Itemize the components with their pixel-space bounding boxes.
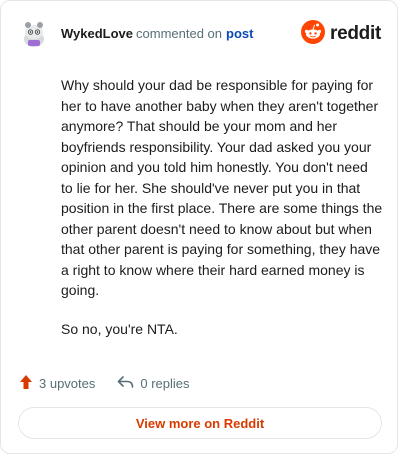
comment-actions: 3 upvotes 0 replies — [19, 373, 190, 393]
commented-on-label: commented on — [136, 26, 223, 41]
comment-paragraph: So no, you're NTA. — [61, 320, 178, 337]
reply-count: 0 replies — [140, 375, 190, 391]
upvote-count: 3 upvotes — [39, 375, 96, 391]
post-link[interactable]: post — [226, 26, 253, 41]
reply-arrow-icon — [117, 375, 134, 392]
reddit-logo-icon — [301, 19, 326, 49]
reddit-wordmark: reddit — [330, 23, 381, 44]
comment-body: Why should your dad be responsible for p… — [61, 75, 383, 357]
upvote-arrow-icon — [19, 374, 33, 393]
comment-meta: WykedLove commented on post — [61, 26, 253, 42]
reddit-brand[interactable]: reddit — [301, 19, 381, 49]
username-link[interactable]: WykedLove — [61, 26, 133, 41]
view-more-on-reddit-button[interactable]: View more on Reddit — [18, 407, 382, 439]
comment-header: WykedLove commented on post reddit — [19, 17, 381, 51]
reply-button[interactable]: 0 replies — [117, 375, 190, 392]
comment-embed-card: WykedLove commented on post reddit Why s… — [0, 0, 398, 454]
comment-paragraph: Why should your dad be responsible for p… — [61, 77, 383, 298]
snoo-avatar-icon[interactable] — [19, 19, 49, 49]
upvote-button[interactable]: 3 upvotes — [19, 374, 95, 393]
